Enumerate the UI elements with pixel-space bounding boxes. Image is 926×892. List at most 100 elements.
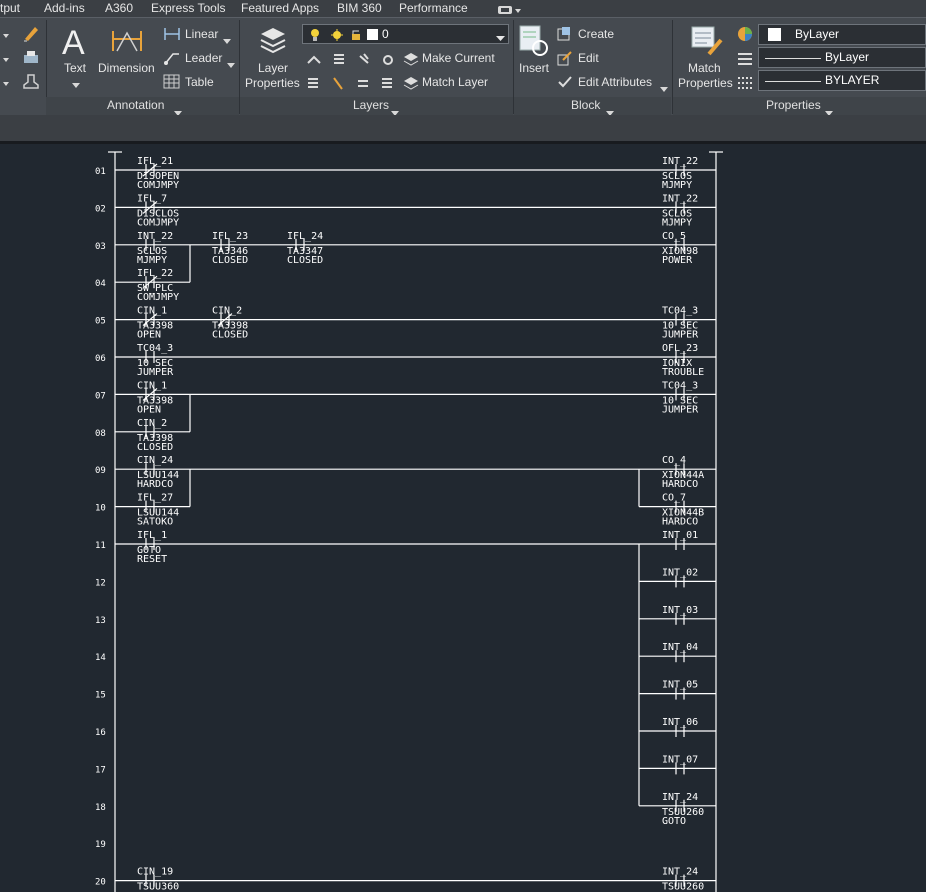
pencil-icon[interactable] [22,24,40,47]
coil-desc: TSUU260 [662,882,704,892]
layer-tool-icons-row1[interactable] [306,51,396,74]
rung-number: 06 [95,354,106,364]
layer-properties-label-2[interactable]: Properties [245,76,300,90]
rung-number: 10 [95,504,106,514]
table-icon[interactable] [163,74,181,95]
edit-label[interactable]: Edit [578,51,599,65]
coil-tag: CO_7 [662,493,686,504]
tab-performance[interactable]: Performance [399,1,468,15]
dropdown-arrow-icon[interactable] [2,26,10,101]
rung-number: 11 [95,541,106,551]
make-current-label[interactable]: Make Current [422,51,495,65]
coil-tag: TC04_3 [662,380,698,391]
layer-tool-icons-row2[interactable] [306,75,396,98]
stamp-icon[interactable] [22,73,40,96]
rung-number: 07 [95,391,106,401]
edit-block-icon[interactable] [557,50,573,71]
coil-tag: TC04_3 [662,306,698,317]
annotation-group-title[interactable]: Annotation [107,98,164,114]
layer-properties-icon[interactable] [257,24,287,59]
linear-label[interactable]: Linear [185,27,218,41]
contact-tag: CIN_1 [137,306,167,317]
edit-attributes-icon[interactable] [557,74,573,95]
match-properties-label-2[interactable]: Properties [678,76,733,90]
contact-desc: HARDCO [137,479,173,490]
create-label[interactable]: Create [578,27,614,41]
coil-desc: MJMPY [662,180,692,191]
contact-desc: CLOSED [287,255,323,266]
linetype-dropdown[interactable]: ByLayer [758,47,926,68]
leader-icon[interactable] [163,50,181,71]
edit-attributes-label[interactable]: Edit Attributes [578,75,652,89]
coil-tag: INT_07 [662,754,698,765]
layers-group-title[interactable]: Layers [353,98,389,114]
lineweight-preview [765,81,821,82]
coil-tag: INT_02 [662,567,698,578]
layer-properties-label-1[interactable]: Layer [258,61,288,75]
rung-number: 14 [95,653,106,663]
contact-desc: CLOSED [212,255,248,266]
contact-desc: RESET [137,554,167,565]
tab-featured-apps[interactable]: Featured Apps [241,1,319,15]
coil-tag: INT_06 [662,717,698,728]
text-icon[interactable]: A [60,24,90,63]
match-layer-icon[interactable] [403,76,419,95]
rung-number: 01 [95,167,106,177]
layer-dropdown[interactable]: 0 [302,24,509,44]
chevron-down-icon[interactable] [496,31,505,45]
contact-tag: CIN_19 [137,867,173,878]
contact-tag: CIN_2 [212,306,242,317]
match-properties-icon[interactable] [689,24,723,63]
rung-number: 17 [95,765,106,775]
create-block-icon[interactable] [557,26,573,47]
color-dropdown[interactable]: ByLayer [758,24,926,45]
contact-tag: IFL_23 [212,231,248,242]
table-label[interactable]: Table [185,75,214,89]
lineweight-icon[interactable] [737,51,753,72]
chevron-down-icon[interactable] [223,32,231,50]
current-layer-value: 0 [382,27,389,41]
tab-bim-360[interactable]: BIM 360 [337,1,382,15]
insert-block-icon[interactable] [518,24,548,63]
color-wheel-icon[interactable] [737,26,753,47]
tab-express-tools[interactable]: Express Tools [151,1,225,15]
color-value: ByLayer [795,27,840,41]
tab-a360[interactable]: A360 [105,1,133,15]
rung-number: 16 [95,728,106,738]
coil-tag: OFL_23 [662,343,698,354]
coil-tag: INT_22 [662,156,698,167]
drawing-canvas[interactable]: 01 02 03 04 05 06 07 08 09 10 11 12 13 14 15 16 17 18 19 20… [0,144,926,892]
dimension-button-label[interactable]: Dimension [98,61,155,75]
coil-desc: JUMPER [662,404,699,415]
chevron-down-icon[interactable] [72,76,80,94]
coil-tag: INT_01 [662,530,698,541]
tab-add-ins[interactable]: Add-ins [44,1,85,15]
file-tab-strip [0,115,926,141]
contact-tag: IFL_24 [287,231,323,242]
printer-icon[interactable] [22,49,40,72]
lineweight-dropdown[interactable]: BYLAYER [758,70,926,91]
block-group-title[interactable]: Block [571,98,600,114]
chevron-down-icon[interactable] [227,56,235,74]
leader-label[interactable]: Leader [185,51,222,65]
insert-label[interactable]: Insert [519,61,549,75]
contact-desc: CLOSED [137,442,173,453]
contact-tag: IFL_1 [137,530,167,541]
coil-tag: INT_24 [662,867,698,878]
coil-desc: HARDCO [662,479,698,490]
linetype-icon[interactable] [737,75,753,96]
properties-group-title[interactable]: Properties [766,98,821,114]
contact-desc: MJMPY [137,255,167,266]
match-properties-label-1[interactable]: Match [688,61,721,75]
ribbon-tab-bar: tput Add-ins A360 Express Tools Featured… [0,0,926,17]
contact-desc: COMJMPY [137,292,179,303]
dimension-icon[interactable] [111,27,143,60]
text-button-label[interactable]: Text [64,61,86,75]
chevron-down-icon[interactable] [660,80,668,98]
make-current-icon[interactable] [403,52,419,71]
linetype-preview [765,58,821,59]
tab-output[interactable]: tput [0,1,20,15]
match-layer-label[interactable]: Match Layer [422,75,488,89]
linear-dimension-icon[interactable] [163,26,181,47]
coil-desc: GOTO [662,816,686,827]
